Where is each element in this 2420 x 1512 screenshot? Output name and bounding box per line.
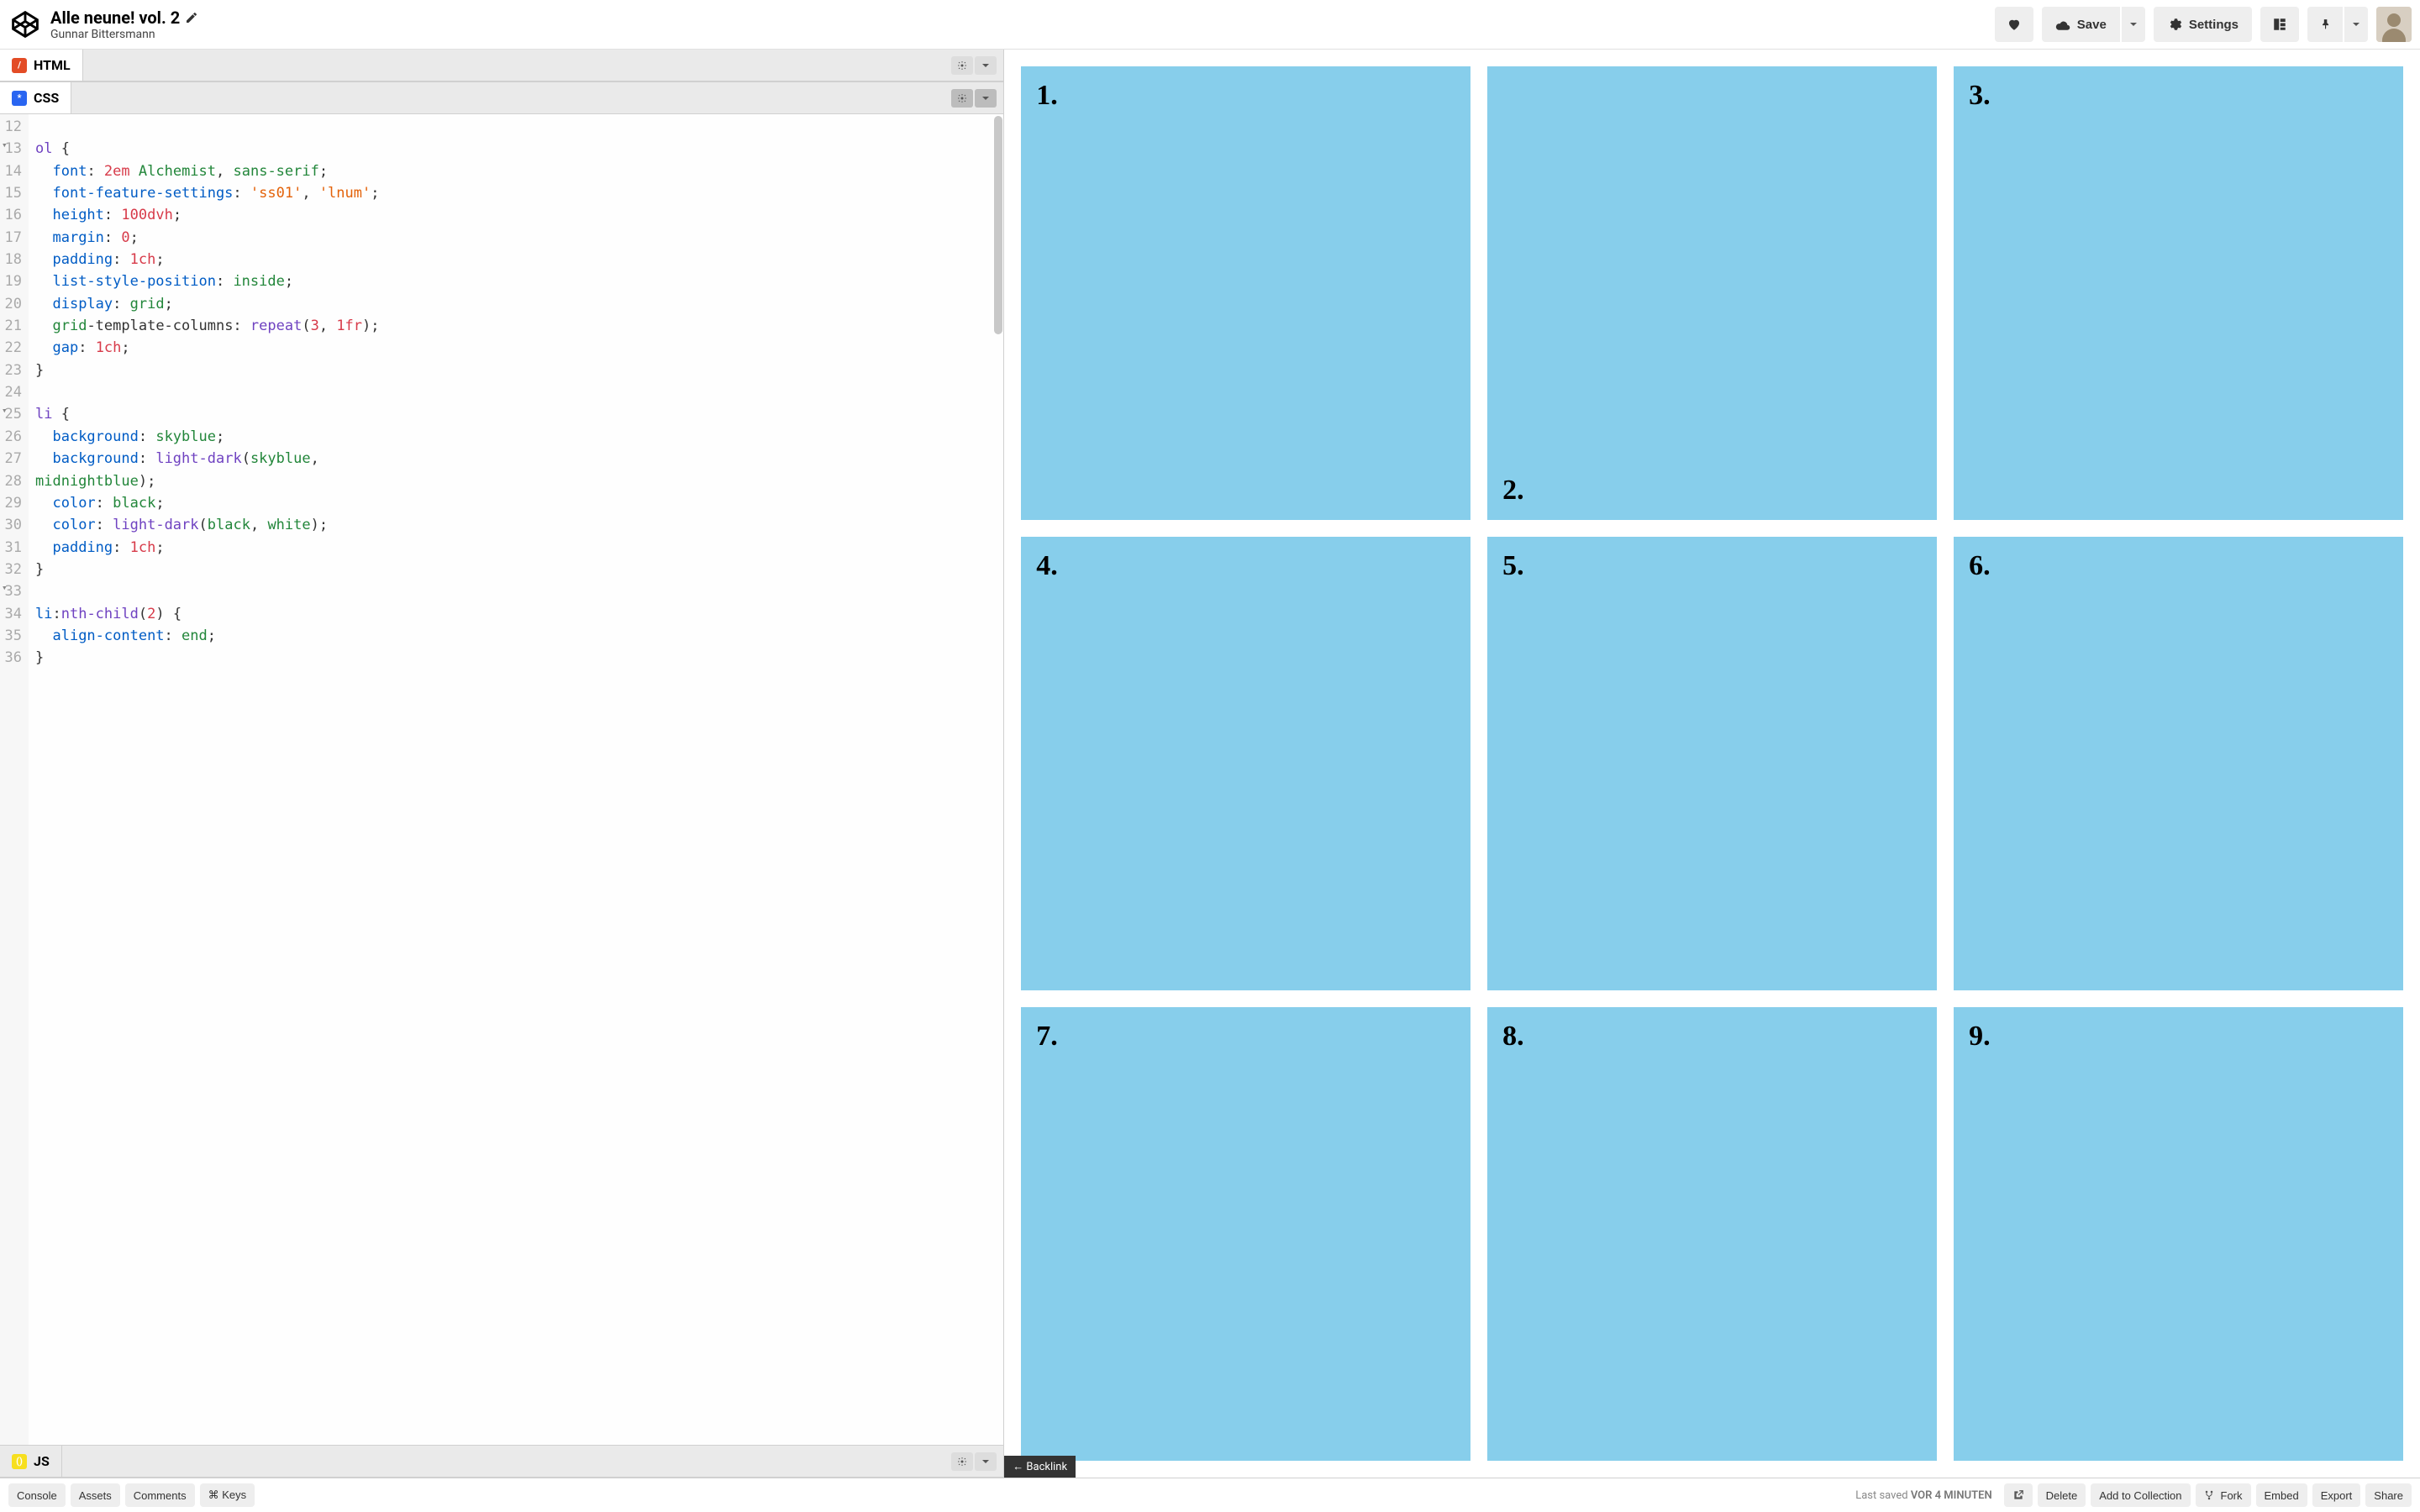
js-panel-header: () JS [0,1446,1003,1478]
chevron-down-icon [2351,19,2361,29]
settings-label: Settings [2189,18,2238,32]
heart-icon [2007,17,2022,32]
embed-button[interactable]: Embed [2256,1483,2307,1507]
save-button-group: Save [2042,7,2145,42]
pen-author[interactable]: Gunnar Bittersmann [50,28,198,41]
settings-button[interactable]: Settings [2154,7,2252,42]
preview-grid: 1.2.3. 4.5.6. 7.8.9. [1004,50,2420,1478]
add-collection-button[interactable]: Add to Collection [2091,1483,2190,1507]
external-link-icon [2012,1489,2024,1501]
open-external-button[interactable] [2004,1483,2033,1507]
share-button[interactable]: Share [2365,1483,2412,1507]
assets-button[interactable]: Assets [71,1483,120,1507]
css-icon: * [12,91,27,106]
last-saved-label: Last saved [1855,1489,1911,1502]
save-dropdown[interactable] [2122,7,2145,42]
header: Alle neune! vol. 2 Gunnar Bittersmann Sa… [0,0,2420,50]
css-collapse-button[interactable] [975,89,997,108]
preview-tile: 9. [1954,1007,2403,1461]
pin-icon [2319,17,2331,32]
scrollbar-thumb[interactable] [994,116,1002,334]
js-collapse-button[interactable] [975,1452,997,1471]
footer: Console Assets Comments ⌘ Keys Last save… [0,1478,2420,1512]
gear-icon [957,93,967,103]
preview-tile: 3. [1954,66,2403,520]
chevron-down-icon [981,60,991,71]
chevron-down-icon [2128,19,2139,29]
keys-button[interactable]: ⌘ Keys [200,1483,255,1507]
chevron-down-icon [981,1457,991,1467]
gear-icon [957,1457,967,1467]
fork-label: Fork [2221,1489,2243,1502]
html-panel-header: / HTML [0,50,1003,81]
preview-tile: 5. [1487,537,1937,990]
comments-button[interactable]: Comments [125,1483,195,1507]
css-panel: * CSS 1213141516171819202122232425262728… [0,81,1003,1445]
line-gutter: 1213141516171819202122232425262728293031… [0,114,29,1445]
preview-tile: 4. [1021,537,1470,990]
fork-icon [2204,1490,2214,1500]
js-icon: () [12,1454,27,1469]
html-tab[interactable]: / HTML [0,50,83,81]
css-panel-header: * CSS [0,82,1003,114]
css-settings-button[interactable] [951,89,973,108]
preview-tile: 8. [1487,1007,1937,1461]
css-tab-label: CSS [34,90,59,106]
layout-icon [2272,17,2287,32]
main: / HTML * CSS [0,50,2420,1478]
pin-button[interactable] [2307,7,2343,42]
preview-tile: 2. [1487,66,1937,520]
layout-button[interactable] [2260,7,2299,42]
backlink-badge[interactable]: ← Backlink [1004,1456,1076,1478]
gear-icon [2167,17,2182,32]
preview-tile: 1. [1021,66,1470,520]
preview-tile: 6. [1954,537,2403,990]
cloud-icon [2055,18,2070,30]
love-button[interactable] [1995,7,2033,42]
js-panel: () JS [0,1445,1003,1478]
edit-title-icon[interactable] [185,11,198,24]
preview-tile: 7. [1021,1007,1470,1461]
preview-pane: 1.2.3. 4.5.6. 7.8.9. ← Backlink [1004,50,2420,1478]
html-icon: / [12,58,27,73]
pin-dropdown[interactable] [2344,7,2368,42]
console-button[interactable]: Console [8,1483,66,1507]
save-label: Save [2077,18,2107,32]
last-saved: Last saved VOR 4 MINUTEN [1855,1489,1991,1502]
html-collapse-button[interactable] [975,56,997,75]
title-block: Alle neune! vol. 2 Gunnar Bittersmann [50,8,198,41]
js-settings-button[interactable] [951,1452,973,1471]
editors-column: / HTML * CSS [0,50,1004,1478]
fork-button[interactable]: Fork [2196,1483,2251,1507]
html-tab-label: HTML [34,57,71,73]
delete-button[interactable]: Delete [2038,1483,2086,1507]
chevron-down-icon [981,93,991,103]
pen-title-text: Alle neune! vol. 2 [50,8,180,28]
export-button[interactable]: Export [2312,1483,2361,1507]
html-settings-button[interactable] [951,56,973,75]
save-button[interactable]: Save [2042,7,2120,42]
user-avatar[interactable] [2376,7,2412,42]
code-content[interactable]: ol { font: 2em Alchemist, sans-serif; fo… [29,114,1003,1445]
html-panel: / HTML [0,50,1003,81]
pin-button-group [2307,7,2368,42]
css-editor[interactable]: 1213141516171819202122232425262728293031… [0,114,1003,1445]
js-tab-label: JS [34,1453,50,1469]
css-tab[interactable]: * CSS [0,82,71,113]
pen-title[interactable]: Alle neune! vol. 2 [50,8,198,28]
js-tab[interactable]: () JS [0,1446,62,1477]
gear-icon [957,60,967,71]
last-saved-time: VOR 4 MINUTEN [1911,1489,1992,1502]
codepen-logo[interactable] [8,8,42,41]
